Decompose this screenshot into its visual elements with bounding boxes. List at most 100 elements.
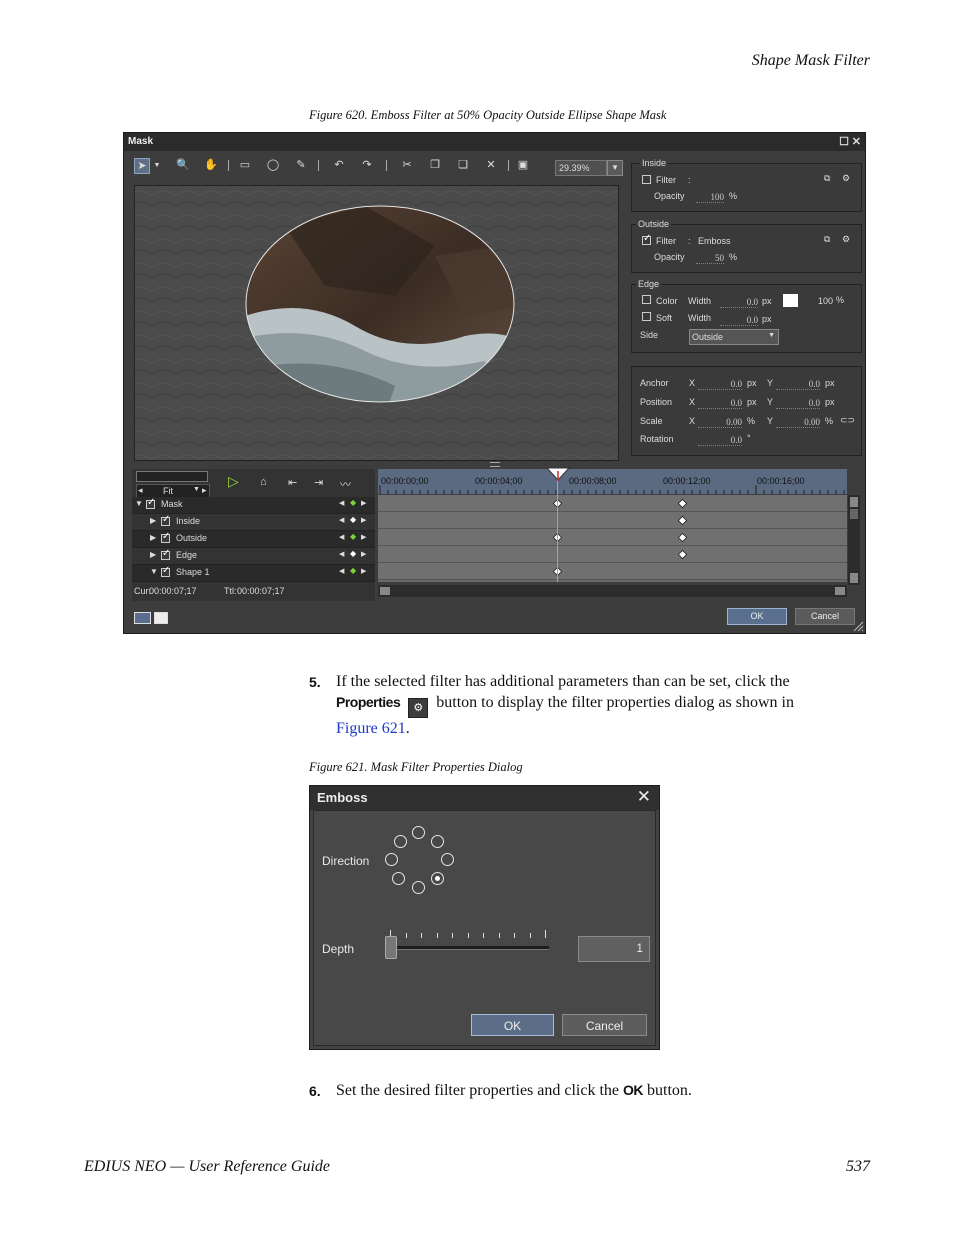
position-y-field[interactable]: 0.0 [776, 398, 820, 409]
playhead-handle-icon[interactable] [546, 467, 570, 481]
redo-icon[interactable]: ↷ [360, 158, 374, 172]
pen-tool-icon[interactable]: ✎ [294, 158, 308, 172]
safe-area-icon[interactable]: ▣ [516, 158, 530, 172]
scroll-thumb[interactable] [850, 509, 858, 519]
previous-keyframe-icon[interactable]: ◀ [339, 550, 344, 558]
figure-621-link[interactable]: Figure 621 [336, 720, 406, 737]
edge-color-swatch[interactable] [783, 294, 798, 307]
track-checkbox[interactable] [161, 514, 170, 526]
link-icon[interactable]: ⊂⊃ [840, 415, 855, 426]
emboss-cancel-button[interactable]: Cancel [562, 1014, 647, 1036]
edge-color-width-field[interactable]: 0.0 [720, 297, 758, 308]
anchor-x-field[interactable]: 0.0 [698, 379, 742, 390]
edge-soft-checkbox[interactable] [642, 312, 651, 321]
paste-icon[interactable]: ❏ [456, 158, 470, 172]
edge-side-select[interactable]: Outside ▼ [689, 329, 779, 345]
fit-select[interactable]: ◂ Fit ▼ ▸ [136, 484, 210, 498]
vertical-scrollbar[interactable] [848, 495, 860, 585]
expand-right-icon[interactable]: ▶ [150, 516, 156, 525]
direction-radio-top-right[interactable] [431, 835, 444, 848]
mask-ok-button[interactable]: OK [727, 608, 787, 625]
direction-radio-bottom[interactable] [412, 881, 425, 894]
scale-x-field[interactable]: 0.00 [698, 417, 742, 428]
previous-keyframe-icon[interactable]: ⇤ [288, 476, 297, 489]
layout-dual-icon[interactable] [134, 612, 151, 624]
horizontal-scrollbar[interactable] [378, 585, 847, 597]
zoom-slider[interactable] [136, 471, 208, 482]
keyframe-toggle-icon[interactable]: ◆ [350, 498, 356, 507]
emboss-ok-button[interactable]: OK [471, 1014, 554, 1036]
previous-keyframe-icon[interactable]: ◀ [339, 533, 344, 541]
direction-radio-bottom-right[interactable] [431, 872, 444, 885]
previous-keyframe-icon[interactable]: ◀ [339, 567, 344, 575]
direction-radio-left[interactable] [385, 853, 398, 866]
expand-right-icon[interactable]: ▶ [150, 550, 156, 559]
previous-keyframe-icon[interactable]: ◀ [339, 499, 344, 507]
track-checkbox[interactable] [161, 565, 170, 577]
track-list-item[interactable]: ▶ Outside ◀ ◆ ▶ [132, 531, 375, 548]
direction-radio-bottom-left[interactable] [392, 872, 405, 885]
anchor-y-field[interactable]: 0.0 [776, 379, 820, 390]
copy-icon[interactable]: ❐ [428, 158, 442, 172]
delete-icon[interactable]: ✕ [484, 158, 498, 172]
track-checkbox[interactable] [146, 497, 155, 509]
splitter-handle[interactable] [490, 462, 500, 467]
scroll-up-icon[interactable] [850, 497, 858, 507]
scroll-left-icon[interactable] [380, 587, 390, 595]
next-keyframe-icon[interactable]: ▶ [361, 499, 366, 507]
depth-input[interactable]: 1 [578, 936, 650, 962]
zoom-dropdown-icon[interactable]: ▼ [607, 160, 623, 176]
layout-single-icon[interactable] [154, 612, 168, 624]
inside-opacity-field[interactable]: 100 [696, 192, 724, 203]
maximize-icon[interactable]: ☐ [839, 135, 849, 148]
depth-slider-thumb[interactable] [385, 936, 397, 959]
scroll-down-icon[interactable] [850, 573, 858, 583]
edge-color-opacity[interactable]: 100 [818, 296, 833, 306]
select-tool-icon[interactable]: ➤ [134, 158, 150, 174]
playhead-line[interactable] [557, 469, 558, 582]
direction-radio-right[interactable] [441, 853, 454, 866]
track-checkbox[interactable] [161, 548, 170, 560]
mask-cancel-button[interactable]: Cancel [795, 608, 855, 625]
keyframe-toggle-icon[interactable]: ◆ [350, 532, 356, 541]
rectangle-tool-icon[interactable]: ▭ [238, 158, 252, 172]
close-icon[interactable]: ✕ [852, 135, 861, 148]
chevron-left-icon[interactable]: ◂ [138, 485, 143, 496]
zoom-input[interactable]: 29.39% [555, 160, 607, 176]
direction-radio-top-left[interactable] [394, 835, 407, 848]
ellipse-tool-icon[interactable]: ◯ [266, 158, 280, 172]
next-keyframe-icon[interactable]: ▶ [361, 516, 366, 524]
properties-icon[interactable]: ⧉ [824, 234, 830, 245]
filter-select-icon[interactable]: ⚙ [842, 173, 850, 184]
outside-opacity-field[interactable]: 50 [696, 253, 724, 264]
resize-grip-icon[interactable] [852, 620, 864, 632]
dropdown-arrow-icon[interactable]: ▼ [150, 158, 164, 172]
next-keyframe-icon[interactable]: ▶ [361, 533, 366, 541]
keyframe-toggle-icon[interactable]: ◆ [350, 515, 356, 524]
timeline-tracks[interactable] [378, 495, 847, 582]
next-keyframe-icon[interactable]: ▶ [361, 567, 366, 575]
filter-select-icon[interactable]: ⚙ [842, 234, 850, 245]
rotation-field[interactable]: 0.0 [698, 435, 742, 446]
cut-icon[interactable]: ✂ [400, 158, 414, 172]
timeline-ruler[interactable]: 00:00:00;00 00:00:04;00 00:00:08;00 00:00:1… [378, 469, 847, 494]
undo-icon[interactable]: ↶ [332, 158, 346, 172]
edge-soft-width-field[interactable]: 0.0 [720, 315, 758, 326]
chevron-down-icon[interactable]: ▼ [193, 486, 200, 493]
hand-tool-icon[interactable]: ✋ [204, 158, 218, 172]
edge-color-checkbox[interactable] [642, 295, 651, 304]
expand-down-icon[interactable]: ▼ [150, 567, 158, 576]
mask-preview[interactable] [134, 185, 619, 461]
play-icon[interactable]: ▷ [228, 474, 239, 491]
outside-filter-checkbox[interactable] [642, 233, 651, 245]
next-keyframe-icon[interactable]: ⇥ [314, 476, 323, 489]
next-keyframe-icon[interactable]: ▶ [361, 550, 366, 558]
keyframe-toggle-icon[interactable]: ◆ [350, 549, 356, 558]
zoom-tool-icon[interactable]: 🔍 [176, 158, 190, 172]
position-x-field[interactable]: 0.0 [698, 398, 742, 409]
track-list-item[interactable]: ▼ Shape 1 ◀ ◆ ▶ [132, 565, 375, 582]
add-keyframe-icon[interactable]: ⌂ [260, 476, 267, 488]
previous-keyframe-icon[interactable]: ◀ [339, 516, 344, 524]
curve-icon[interactable]: 〰 [340, 476, 351, 492]
scroll-right-icon[interactable] [835, 587, 845, 595]
